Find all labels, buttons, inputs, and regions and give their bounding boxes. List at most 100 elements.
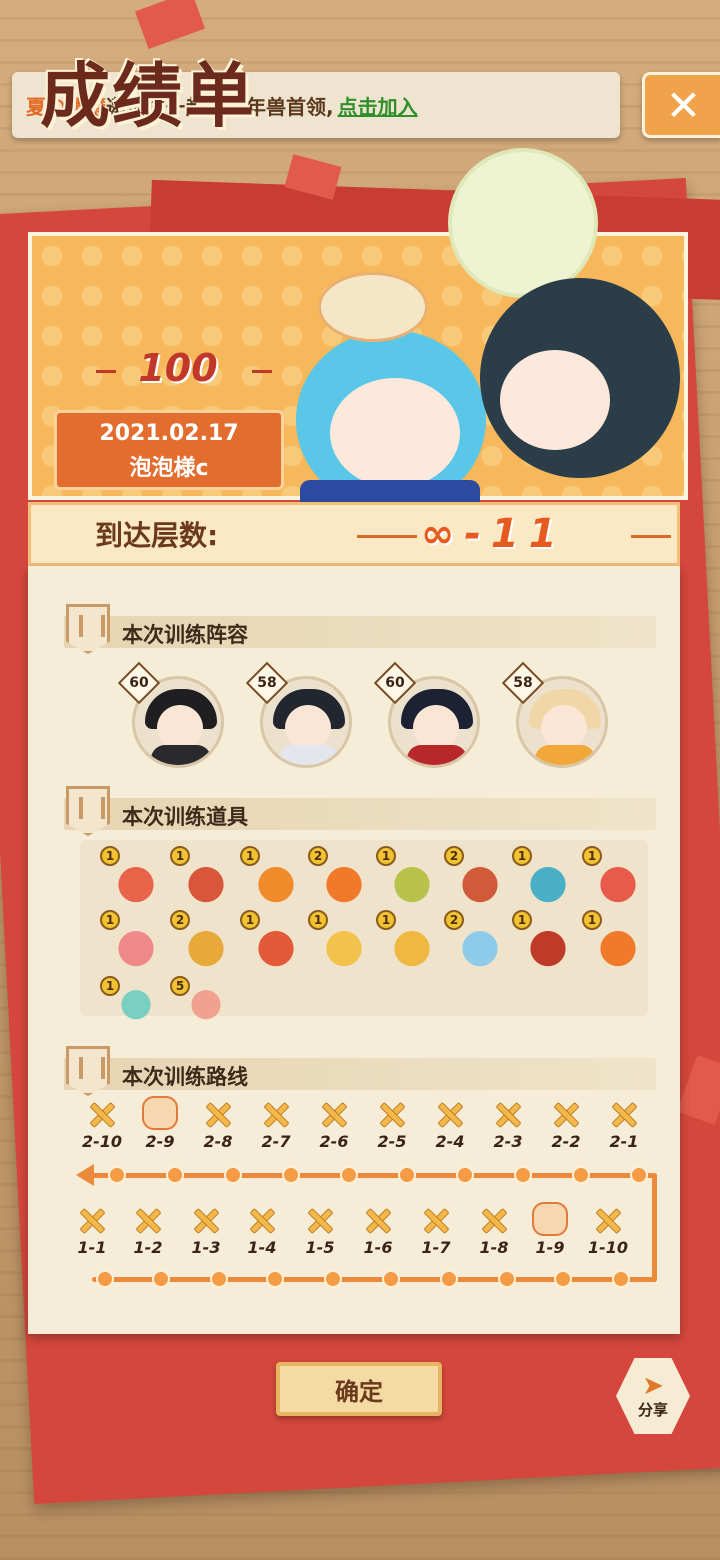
crossed-swords-icon[interactable]	[201, 1100, 235, 1130]
flower-up-icon[interactable]	[180, 920, 232, 972]
crossed-swords-icon[interactable]	[131, 1206, 165, 1236]
stage-label: 1-5	[305, 1238, 335, 1257]
floor-decoration	[631, 535, 671, 538]
route-dot	[398, 1166, 416, 1184]
score-value: 100	[138, 346, 218, 390]
wing-fire-icon[interactable]	[592, 920, 644, 972]
item-count: 1	[512, 846, 532, 866]
crossed-swords-icon[interactable]	[433, 1100, 467, 1130]
heart-sword-icon[interactable]	[110, 856, 162, 908]
item-count: 1	[170, 846, 190, 866]
share-icon: ➤	[642, 1370, 664, 1401]
join-link[interactable]: 点击加入	[338, 91, 418, 120]
angel-icon[interactable]	[110, 920, 162, 972]
item-count: 1	[512, 910, 532, 930]
floor-label: 到达层数:	[95, 519, 219, 552]
crossed-swords-icon[interactable]	[245, 1206, 279, 1236]
item-count: 1	[100, 976, 120, 996]
route-dot	[498, 1270, 516, 1288]
stage-label: 1-10	[587, 1238, 629, 1257]
confirm-button[interactable]: 确定	[276, 1362, 442, 1416]
floor-value: ∞-11	[421, 511, 567, 557]
star-down-icon[interactable]	[250, 920, 302, 972]
crossed-swords-icon[interactable]	[549, 1100, 583, 1130]
route-dot	[340, 1166, 358, 1184]
item-count: 2	[444, 846, 464, 866]
boss-stage-icon[interactable]	[532, 1202, 568, 1236]
stage-label: 2-9	[145, 1132, 175, 1151]
hero-body	[151, 745, 211, 765]
route-dot	[572, 1166, 590, 1184]
crossed-swords-icon[interactable]	[317, 1100, 351, 1130]
route-dot	[108, 1166, 126, 1184]
route-dot	[152, 1270, 170, 1288]
route-track-side	[652, 1173, 657, 1281]
attack-up-icon[interactable]	[180, 856, 232, 908]
stage-label: 1-7	[421, 1238, 451, 1257]
fire-up-icon[interactable]	[250, 856, 302, 908]
item-count: 1	[376, 910, 396, 930]
crossed-swords-icon[interactable]	[607, 1100, 641, 1130]
route-dot	[612, 1270, 630, 1288]
wing-icon[interactable]	[592, 856, 644, 908]
stage-label: 1-9	[535, 1238, 565, 1257]
item-count: 1	[376, 846, 396, 866]
close-button[interactable]: ✕	[642, 72, 720, 138]
gold-coin-icon[interactable]	[318, 920, 370, 972]
crossed-swords-icon[interactable]	[361, 1206, 395, 1236]
item-count: 1	[240, 910, 260, 930]
player-name: 泡泡様c	[129, 456, 209, 481]
item-count: 2	[170, 910, 190, 930]
crossed-swords-icon[interactable]	[591, 1206, 625, 1236]
octopus-icon[interactable]	[522, 856, 574, 908]
crossed-swords-icon[interactable]	[375, 1100, 409, 1130]
lineup-title: 本次训练阵容	[122, 623, 248, 647]
page-title: 成绩单	[40, 54, 256, 137]
crossed-swords-icon[interactable]	[75, 1206, 109, 1236]
route-dot	[324, 1270, 342, 1288]
route-dot	[514, 1166, 532, 1184]
crossed-swords-icon[interactable]	[85, 1100, 119, 1130]
fan-icon[interactable]	[386, 920, 438, 972]
hero-body	[407, 745, 467, 765]
route-track-bottom	[92, 1277, 657, 1282]
sword-box-icon[interactable]	[386, 856, 438, 908]
route-dot	[382, 1270, 400, 1288]
crossed-swords-icon[interactable]	[303, 1206, 337, 1236]
item-count: 1	[582, 846, 602, 866]
close-icon: ✕	[665, 80, 702, 130]
orange-orb-icon[interactable]	[318, 856, 370, 908]
hero-level: 60	[129, 675, 149, 691]
crossed-swords-icon[interactable]	[189, 1206, 223, 1236]
route-dot	[440, 1270, 458, 1288]
defense-down-icon[interactable]	[522, 920, 574, 972]
blade-icon[interactable]	[454, 856, 506, 908]
item-count: 1	[100, 846, 120, 866]
stage-label: 2-5	[377, 1132, 407, 1151]
stage-label: 1-3	[191, 1238, 221, 1257]
stage-label: 1-8	[479, 1238, 509, 1257]
item-count: 2	[308, 846, 328, 866]
crossed-swords-icon[interactable]	[477, 1206, 511, 1236]
crossed-swords-icon[interactable]	[491, 1100, 525, 1130]
crossed-swords-icon[interactable]	[419, 1206, 453, 1236]
stage-label: 2-7	[261, 1132, 291, 1151]
snowflake-icon[interactable]	[454, 920, 506, 972]
hero-level: 60	[385, 675, 405, 691]
route-dot	[210, 1270, 228, 1288]
route-dot	[282, 1166, 300, 1184]
items-title: 本次训练道具	[122, 805, 248, 829]
hero-level: 58	[257, 675, 277, 691]
floor-decoration	[357, 535, 417, 538]
hero-level: 58	[513, 675, 533, 691]
crossed-swords-icon[interactable]	[259, 1100, 293, 1130]
item-count: 1	[100, 910, 120, 930]
stage-label: 2-2	[551, 1132, 581, 1151]
stage-label: 2-4	[435, 1132, 465, 1151]
route-dot	[554, 1270, 572, 1288]
boss-stage-icon[interactable]	[142, 1096, 178, 1130]
item-count: 2	[444, 910, 464, 930]
route-dot	[224, 1166, 242, 1184]
player-info-plate: 2021.02.17 泡泡様c	[54, 410, 284, 490]
floor-reached-bar: 到达层数: ∞-11	[28, 502, 680, 566]
